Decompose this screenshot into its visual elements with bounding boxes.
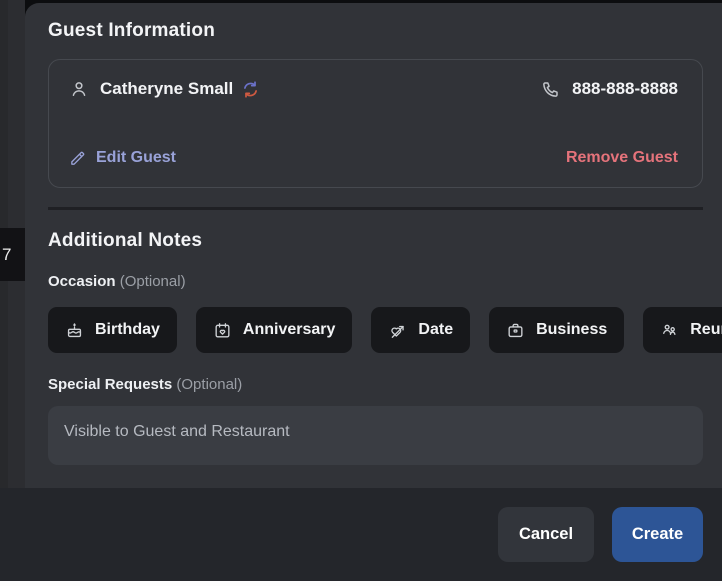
remove-guest-button[interactable]: Remove Guest [566,149,678,167]
special-requests-label: Special Requests (Optional) [48,376,703,393]
occasion-label: Occasion (Optional) [48,273,703,290]
guest-phone-group: 888-888-8888 [541,79,678,99]
phone-icon [541,80,560,99]
create-button[interactable]: Create [612,507,703,562]
dialog-footer: Cancel Create [0,488,722,581]
timeline-time-label: 7 [0,228,25,281]
edit-guest-button[interactable]: Edit Guest [69,149,176,167]
occasion-date-label: Date [418,321,453,339]
occasion-anniversary-label: Anniversary [243,321,336,339]
cake-icon [65,321,84,340]
person-icon [69,79,89,99]
occasion-birthday-label: Birthday [95,321,160,339]
time-label-text: 7 [2,245,11,265]
people-icon [660,321,679,340]
occasion-business-button[interactable]: Business [489,307,624,353]
occasion-optional-label: (Optional) [120,273,186,290]
occasion-anniversary-button[interactable]: Anniversary [196,307,353,353]
occasion-reunion-button[interactable]: Reunion [643,307,722,353]
additional-notes-section: Additional Notes Occasion (Optional) Bir… [25,210,722,465]
special-requests-input[interactable] [48,406,703,465]
guest-card: Catheryne Small [48,59,703,188]
guest-name: Catheryne Small [100,79,233,99]
edit-guest-label: Edit Guest [96,149,176,167]
guest-information-section: Guest Information Catheryne Small [25,3,722,210]
heart-arrow-icon [388,321,407,340]
occasion-reunion-label: Reunion [690,321,722,339]
briefcase-icon [506,321,525,340]
guest-information-title: Guest Information [48,20,703,42]
guest-card-bottom-row: Edit Guest Remove Guest [69,149,678,167]
cancel-button[interactable]: Cancel [498,507,594,562]
guest-name-group: Catheryne Small [69,79,259,99]
occasion-date-button[interactable]: Date [371,307,470,353]
pencil-icon [69,150,86,167]
occasion-business-label: Business [536,321,607,339]
screen-bottom-edge [0,581,722,586]
guest-phone-number: 888-888-8888 [572,79,678,99]
additional-notes-title: Additional Notes [48,230,703,252]
occasion-birthday-button[interactable]: Birthday [48,307,177,353]
calendar-heart-icon [213,321,232,340]
special-requests-optional-label: (Optional) [176,376,242,393]
loyalty-sync-icon [242,81,259,98]
occasion-options-row: Birthday Anniversary [48,307,703,353]
guest-card-top-row: Catheryne Small [69,79,678,99]
